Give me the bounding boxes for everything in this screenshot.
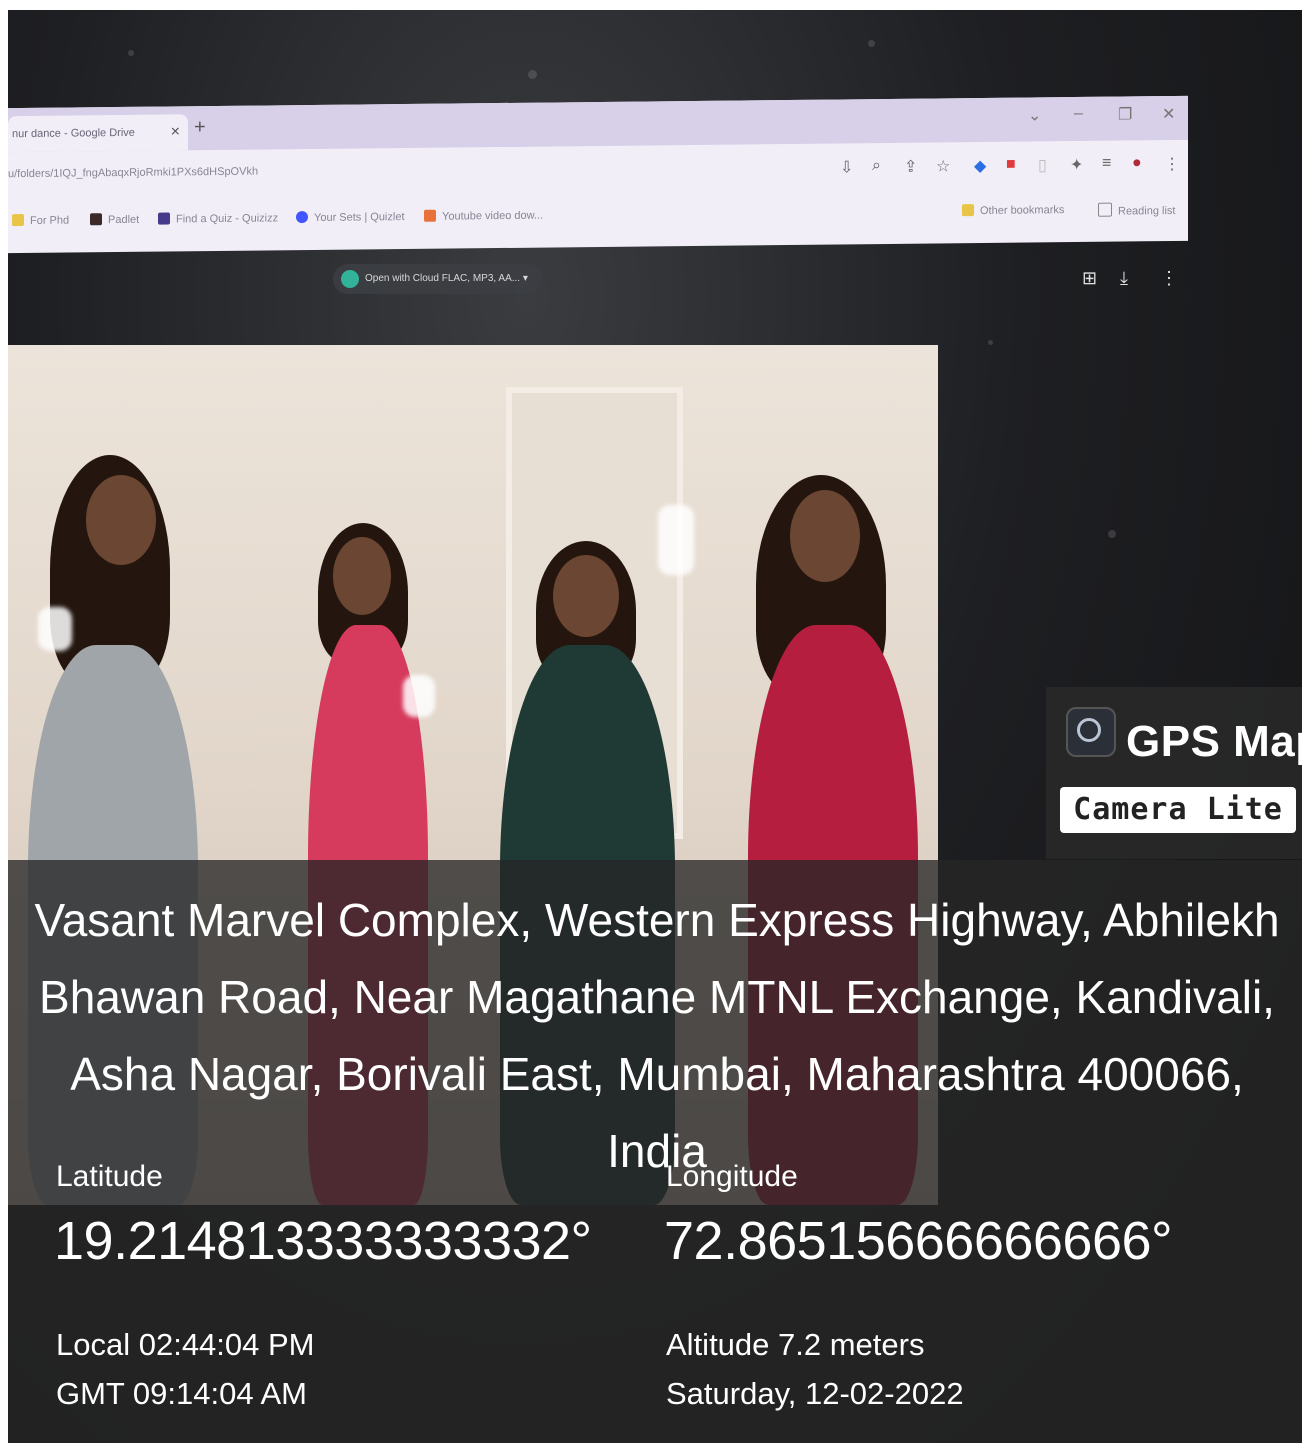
gps-map-camera-badge: GPS Map Camera Lite [1046, 687, 1302, 859]
puzzle-icon[interactable]: ✦ [1070, 155, 1083, 175]
bookmark-item[interactable]: Padlet [90, 213, 139, 227]
dust-speck [1108, 530, 1116, 538]
dust-speck [528, 70, 537, 79]
latitude-label: Latitude [56, 1160, 163, 1193]
dancer-head [333, 537, 391, 615]
location-overlay: Vasant Marvel Complex, Western Express H… [8, 860, 1302, 1443]
latitude-value: 19.214813333333332° [54, 1211, 592, 1271]
extension-m-icon[interactable]: ■ [1006, 156, 1016, 174]
youtube-download-icon [424, 209, 436, 222]
dancer-head [86, 475, 156, 565]
bookmark-item[interactable]: Your Sets | Quizlet [296, 210, 405, 224]
url-text[interactable]: u/folders/1IQJ_fngAbaqxRjoRmki1PXs6dHSpO… [8, 166, 258, 181]
folder-icon [962, 204, 974, 217]
media-icon[interactable]: ≡ [1102, 155, 1111, 173]
light-glare [658, 505, 694, 575]
new-tab-button[interactable]: + [194, 116, 206, 139]
share-icon[interactable]: ⇪ [904, 157, 917, 177]
restore-icon[interactable]: ❐ [1118, 104, 1132, 124]
bookmarks-bar: For Phd Padlet Find a Quiz - Quizizz You… [8, 192, 1188, 244]
open-with-label: Open with Cloud FLAC, MP3, AA... [365, 273, 521, 284]
address-bar[interactable]: u/folders/1IQJ_fngAbaqxRjoRmki1PXs6dHSpO… [8, 146, 1188, 198]
date: Saturday, 12-02-2022 [666, 1376, 964, 1411]
altitude: Altitude 7.2 meters [666, 1327, 925, 1362]
minimize-icon[interactable]: – [1074, 105, 1083, 123]
browser-window: nur dance - Google Drive × + ⌄ – ❐ ✕ u/f… [8, 95, 1188, 254]
add-shortcut-icon[interactable]: ⊞ [1082, 268, 1097, 289]
camera-lens-icon [1066, 707, 1116, 757]
dust-speck [868, 40, 875, 47]
zoom-icon[interactable]: ⌕ [872, 157, 881, 175]
dancer-head [553, 555, 619, 637]
close-window-icon[interactable]: ✕ [1162, 104, 1175, 124]
light-glare [38, 607, 72, 651]
dust-speck [128, 50, 134, 56]
chevron-down-icon[interactable]: ⌄ [1028, 105, 1041, 125]
bookmark-item[interactable]: Youtube video dow... [424, 209, 543, 223]
padlet-icon [90, 213, 102, 226]
address-text: Vasant Marvel Complex, Western Express H… [34, 894, 1280, 1177]
close-tab-icon[interactable]: × [171, 114, 180, 150]
local-time: Local 02:44:04 PM [56, 1327, 315, 1362]
gmt-time: GMT 09:14:04 AM [56, 1376, 307, 1411]
star-icon[interactable]: ☆ [936, 156, 950, 176]
more-options-icon[interactable]: ⋮ [1160, 268, 1178, 289]
quizizz-icon [158, 212, 170, 225]
longitude-label: Longitude [666, 1160, 798, 1193]
extension-icon[interactable]: ◆ [974, 156, 986, 176]
bookmark-reading-list[interactable]: Reading list [1098, 202, 1175, 218]
app-logo-icon [341, 270, 359, 288]
open-with-button[interactable]: Open with Cloud FLAC, MP3, AA... ▾ [333, 264, 542, 294]
gps-badge-title: GPS Map [1126, 717, 1302, 766]
gps-badge-subtitle: Camera Lite [1060, 787, 1296, 833]
chevron-down-icon: ▾ [522, 273, 528, 284]
tab-title: nur dance - Google Drive [12, 126, 135, 141]
bookmark-item[interactable]: Find a Quiz - Quizizz [158, 211, 278, 225]
menu-icon[interactable]: ⋮ [1164, 154, 1180, 174]
tab-google-drive[interactable]: nur dance - Google Drive × [8, 114, 188, 153]
quizlet-icon [296, 211, 308, 224]
tab-bar: nur dance - Google Drive × + ⌄ – ❐ ✕ [8, 95, 1188, 153]
longitude-value: 72.86515666666666° [664, 1211, 1173, 1271]
bookmark-item[interactable]: For Phd [12, 214, 69, 228]
reading-list-icon [1098, 202, 1112, 217]
download-icon[interactable]: ⤓ [1120, 268, 1128, 289]
light-glare [403, 675, 435, 717]
bookmark-other[interactable]: Other bookmarks [962, 203, 1064, 217]
extension-doc-icon[interactable]: ▯ [1038, 155, 1047, 175]
install-icon[interactable]: ⇩ [840, 157, 853, 177]
dust-speck [988, 340, 993, 345]
dancer-head [790, 490, 860, 582]
profile-icon[interactable]: ● [1132, 154, 1142, 172]
folder-icon [12, 214, 24, 227]
